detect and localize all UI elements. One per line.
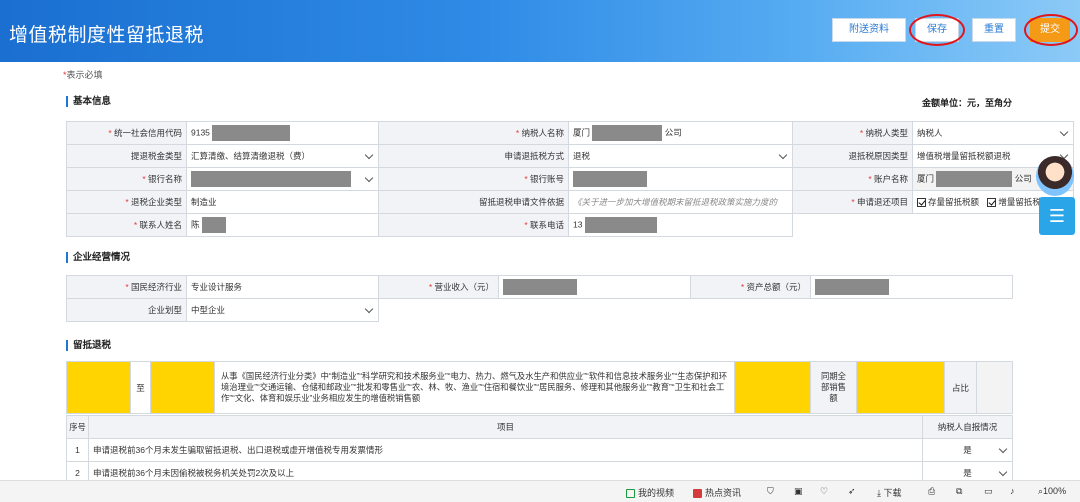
credit-code-label: * 统一社会信用代码 (66, 121, 187, 145)
image-icon[interactable]: ▣ (794, 486, 803, 497)
col-self-report-header: 纳税人自报情况 (922, 415, 1013, 439)
contact-phone-field[interactable]: 13 (568, 213, 793, 237)
refund-item-label: * 申请退还项目 (792, 190, 913, 214)
copy-icon[interactable]: ⧉ (956, 486, 962, 497)
section-business-info: 企业经营情况 (66, 252, 130, 263)
page-header: 增值税制度性留抵退税 附送资料 保存 重置 提交 (0, 0, 1080, 62)
chevron-down-icon (778, 150, 788, 160)
page-title: 增值税制度性留抵退税 (9, 25, 205, 46)
refund-reason-type-label: 退抵税原因类型 (792, 144, 913, 168)
attach-docs-button[interactable]: 附送资料 (832, 18, 906, 42)
same-period-sales-field[interactable] (856, 361, 945, 414)
chevron-down-icon (364, 304, 374, 314)
heart-icon[interactable]: ♡ (820, 486, 828, 497)
contact-name-label: * 联系人姓名 (66, 213, 187, 237)
amount-unit-note: 金额单位：元，至角分 (921, 98, 1012, 108)
save-button[interactable]: 保存 (915, 18, 959, 42)
chevron-down-icon (998, 467, 1008, 477)
window-icon[interactable]: ▭ (984, 486, 993, 497)
enterprise-type-label: * 退税企业类型 (66, 190, 187, 214)
period-start-field[interactable] (66, 361, 131, 414)
revenue-label: * 营业收入（元） (378, 275, 499, 299)
required-note: *表示必填 (63, 70, 103, 80)
zoom-control[interactable]: ⌕100% (1038, 486, 1066, 497)
enterprise-type-field[interactable]: 制造业 (186, 190, 379, 214)
scale-label: 企业划型 (66, 298, 187, 322)
speaker-icon[interactable]: ♪ (1010, 486, 1015, 496)
period-end-field[interactable] (150, 361, 215, 414)
refund-amount-type-label: 提退税金类型 (66, 144, 187, 168)
download-link[interactable]: ⤓ 下载 (877, 486, 902, 499)
my-video-link[interactable]: 我的视频 (626, 486, 674, 499)
taxpayer-type-select[interactable]: 纳税人 (912, 121, 1074, 145)
contact-name-field[interactable]: 陈 (186, 213, 379, 237)
chat-icon[interactable]: ☰ (1039, 197, 1075, 235)
business-info-table: * 国民经济行业 专业设计服务 * 营业收入（元） * 资产总额（元） 企业划型… (66, 275, 1013, 322)
col-seq-header: 序号 (66, 415, 89, 439)
bank-name-select[interactable] (186, 167, 379, 191)
refund-amount-type-select[interactable]: 汇算清缴、结算清缴退税（费） (186, 144, 379, 168)
taxpayer-type-label: * 纳税人类型 (792, 121, 913, 145)
video-icon (626, 489, 635, 499)
taxpayer-name-field[interactable]: 厦门 公司 (568, 121, 793, 145)
industry-label: * 国民经济行业 (66, 275, 187, 299)
shield-icon[interactable]: ⛉ (767, 486, 774, 497)
industry-field[interactable]: 专业设计服务 (186, 275, 379, 299)
contact-phone-label: * 联系电话 (378, 213, 569, 237)
assistant-avatar-icon[interactable] (1036, 156, 1074, 196)
same-period-sales-label: 同期全部销售额 (810, 361, 857, 414)
bank-name-label: * 银行名称 (66, 167, 187, 191)
section-basic-info: 基本信息 (66, 96, 111, 107)
assets-label: * 资产总额（元） (690, 275, 811, 299)
table-row: 1 申请退税前36个月未发生骗取留抵退税、出口退税或虚开增值税专用发票情形 是 (66, 438, 1013, 462)
account-name-label: * 账户名称 (792, 167, 913, 191)
empty-cell (378, 298, 1013, 322)
policy-doc-label: 留抵退税申请文件依据 (378, 190, 569, 214)
col-item-header: 项目 (88, 415, 923, 439)
industry-sales-description: 从事《国民经济行业分类》中“制造业”“科学研究和技术服务业”“电力、热力、燃气及… (214, 361, 735, 414)
refund-method-select[interactable]: 退税 (568, 144, 793, 168)
retention-summary-table: 至 从事《国民经济行业分类》中“制造业”“科学研究和技术服务业”“电力、热力、燃… (66, 361, 1013, 414)
period-to-label: 至 (130, 361, 151, 414)
refund-method-label: 申请退抵税方式 (378, 144, 569, 168)
rocket-icon[interactable]: ➶ (848, 486, 856, 497)
credit-code-field[interactable]: 9135 (186, 121, 379, 145)
news-icon (693, 489, 702, 499)
ratio-field (976, 361, 1013, 414)
scale-select[interactable]: 中型企业 (186, 298, 379, 322)
chevron-down-icon (364, 150, 374, 160)
taxpayer-name-label: * 纳税人名称 (378, 121, 569, 145)
row-seq: 1 (66, 438, 89, 462)
policy-doc-field[interactable]: 《关于进一步加大增值税期末留抵退税政策实施力度的 (568, 190, 793, 214)
ratio-label: 占比 (944, 361, 977, 414)
revenue-field[interactable] (498, 275, 691, 299)
empty-cell (792, 213, 913, 237)
submit-button[interactable]: 提交 (1030, 18, 1070, 42)
retention-check-table: 序号 项目 纳税人自报情况 1 申请退税前36个月未发生骗取留抵退税、出口退税或… (66, 415, 1013, 485)
basic-info-table: * 统一社会信用代码 9135 * 纳税人名称 厦门 公司 * 纳税人类型 纳税… (66, 121, 1074, 237)
stock-credit-checkbox[interactable] (917, 198, 926, 208)
print-icon[interactable]: ⎙ (928, 486, 935, 497)
row-item: 申请退税前36个月未发生骗取留抵退税、出口退税或虚开增值税专用发票情形 (88, 438, 923, 462)
assets-field[interactable] (810, 275, 1013, 299)
reset-button[interactable]: 重置 (972, 18, 1016, 42)
chevron-down-icon (364, 173, 374, 183)
chevron-down-icon (998, 444, 1008, 454)
browser-status-bar: 我的视频 热点资讯 ⛉ ▣ ♡ ➶ ⤓ 下载 ⎙ ⧉ ▭ ♪ ⌕100% (0, 480, 1080, 502)
increment-credit-checkbox[interactable] (987, 198, 997, 208)
bank-account-field[interactable] (568, 167, 793, 191)
chevron-down-icon (1059, 127, 1069, 137)
self-report-select[interactable]: 是 (922, 438, 1013, 462)
industry-sales-field[interactable] (734, 361, 811, 414)
hot-news-link[interactable]: 热点资讯 (693, 486, 741, 499)
section-retention-refund: 留抵退税 (66, 340, 111, 351)
bank-account-label: * 银行账号 (378, 167, 569, 191)
